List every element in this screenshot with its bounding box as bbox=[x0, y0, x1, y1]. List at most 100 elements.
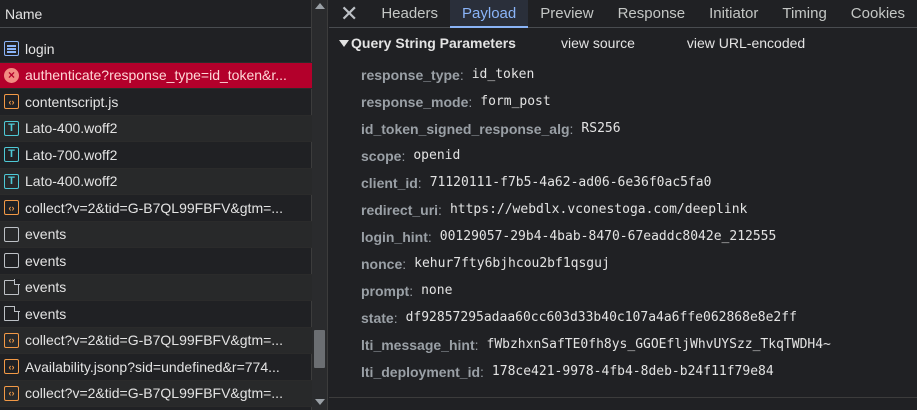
param-value[interactable]: kehur7fty6bjhcou2bf1qsguj bbox=[414, 256, 610, 271]
param-colon: : bbox=[474, 336, 479, 353]
param-value[interactable]: 00129057-29b4-4bab-8470-67eaddc8042e_212… bbox=[440, 229, 777, 244]
param-key: id_token_signed_response_alg bbox=[361, 120, 570, 137]
collapse-triangle-icon[interactable] bbox=[339, 39, 349, 47]
request-row[interactable]: ‹› collect?v=2&tid=G-B7QL99FBFV&gtm=... bbox=[0, 195, 312, 222]
param-value[interactable]: 71120111-f7b5-4a62-ad06-6e36f0ac5fa0 bbox=[430, 175, 712, 190]
script-icon: ‹› bbox=[4, 332, 19, 348]
param-colon: : bbox=[402, 255, 407, 272]
param-row: prompt: none bbox=[361, 277, 917, 304]
request-name: events bbox=[25, 226, 67, 243]
param-colon: : bbox=[409, 282, 414, 299]
request-row[interactable]: × authenticate?response_type=id_token&r..… bbox=[0, 62, 312, 89]
request-rows: login × authenticate?response_type=id_toke… bbox=[0, 36, 312, 407]
document-icon bbox=[4, 41, 19, 57]
close-icon[interactable]: ✕ bbox=[329, 0, 369, 27]
request-name: contentscript.js bbox=[25, 93, 119, 110]
param-value[interactable]: 178ce421-9978-4fb4-8deb-b24f11f79e84 bbox=[492, 364, 774, 379]
param-key: state bbox=[361, 309, 394, 326]
page-icon bbox=[4, 279, 20, 295]
param-value[interactable]: fWbzhxnSafTE0fh8ys_GGOEfljWhvUYSzz_TkqTW… bbox=[487, 337, 831, 352]
request-name: authenticate?response_type=id_token&r... bbox=[25, 67, 287, 84]
request-details-panel: ✕ Headers Payload Preview Response Initiator… bbox=[329, 0, 917, 410]
param-key: response_type bbox=[361, 66, 460, 83]
request-row[interactable]: events bbox=[0, 221, 312, 248]
param-key: lti_message_hint bbox=[361, 336, 475, 353]
param-colon: : bbox=[468, 93, 473, 110]
param-colon: : bbox=[401, 147, 406, 164]
script-icon: ‹› bbox=[4, 200, 19, 216]
param-key: nonce bbox=[361, 255, 403, 272]
request-row[interactable]: events bbox=[0, 274, 312, 301]
param-row: login_hint:00129057-29b4-4bab-8470-67ead… bbox=[361, 223, 917, 250]
error-icon: × bbox=[4, 67, 19, 83]
request-row[interactable]: ‹› contentscript.js bbox=[0, 89, 312, 116]
param-value[interactable]: form_post bbox=[480, 94, 550, 109]
request-row[interactable]: ‹› collect?v=2&tid=G-B7QL99FBFV&gtm=... bbox=[0, 380, 312, 407]
page-icon bbox=[4, 305, 20, 322]
tab-cookies[interactable]: Cookies bbox=[839, 0, 917, 27]
param-value[interactable]: openid bbox=[413, 148, 460, 163]
request-list-panel: Name login × authenticate?response_type=id… bbox=[0, 0, 312, 410]
request-name: Lato-400.woff2 bbox=[25, 173, 118, 190]
request-row[interactable]: ‹› collect?v=2&tid=G-B7QL99FBFV&gtm=... bbox=[0, 327, 312, 354]
request-name: events bbox=[25, 252, 67, 269]
request-list-scrollbar[interactable] bbox=[312, 0, 328, 410]
param-row: state: df92857295adaa60cc603d33b40c107a4a… bbox=[361, 304, 917, 331]
param-colon: : bbox=[459, 66, 464, 83]
param-value[interactable]: id_token bbox=[472, 67, 535, 82]
scroll-thumb[interactable] bbox=[314, 330, 325, 368]
view-url-encoded-link[interactable]: view URL-encoded bbox=[687, 35, 805, 51]
param-value[interactable]: https://webdlx.vconestoga.com/deeplink bbox=[450, 202, 747, 217]
param-key: scope bbox=[361, 147, 402, 164]
param-colon: : bbox=[569, 120, 574, 137]
param-value[interactable]: RS256 bbox=[581, 121, 620, 136]
script-icon: ‹› bbox=[4, 94, 19, 110]
section-title: Query String Parameters bbox=[351, 35, 516, 51]
tab-initiator[interactable]: Initiator bbox=[697, 0, 770, 27]
param-row: scope: openid bbox=[361, 142, 917, 169]
font-icon: T bbox=[4, 120, 19, 136]
font-icon: T bbox=[4, 173, 19, 189]
param-value[interactable]: df92857295adaa60cc603d33b40c107a4a6ffe06… bbox=[406, 310, 797, 325]
param-colon: : bbox=[480, 363, 484, 380]
view-source-link[interactable]: view source bbox=[561, 35, 635, 51]
scroll-up-icon[interactable] bbox=[315, 3, 325, 9]
tab-headers[interactable]: Headers bbox=[369, 0, 450, 27]
params-list: response_type: id_token response_mode: form… bbox=[329, 58, 917, 385]
name-column-header[interactable]: Name bbox=[0, 0, 311, 36]
request-row[interactable]: login bbox=[0, 36, 312, 63]
tab-payload[interactable]: Payload bbox=[450, 0, 529, 28]
request-name: events bbox=[25, 279, 67, 296]
param-row: response_mode: form_post bbox=[361, 88, 917, 115]
param-colon: : bbox=[427, 228, 432, 245]
param-value[interactable]: none bbox=[421, 283, 452, 298]
request-row[interactable]: events bbox=[0, 301, 312, 328]
details-tab-bar: ✕ Headers Payload Preview Response Initiator… bbox=[329, 0, 917, 28]
request-name: login bbox=[25, 40, 55, 57]
checkbox-icon bbox=[4, 226, 19, 242]
tab-response[interactable]: Response bbox=[606, 0, 698, 27]
query-string-section-header[interactable]: Query String Parameters view source view… bbox=[329, 28, 917, 58]
param-key: response_mode bbox=[361, 93, 469, 110]
tab-preview[interactable]: Preview bbox=[528, 0, 605, 27]
request-row[interactable]: T Lato-700.woff2 bbox=[0, 142, 312, 169]
param-row: lti_deployment_id:178ce421-9978-4fb4-8de… bbox=[361, 358, 917, 385]
param-row: lti_message_hint: fWbzhxnSafTE0fh8ys_GGOE… bbox=[361, 331, 917, 358]
request-row[interactable]: T Lato-400.woff2 bbox=[0, 168, 312, 195]
script-icon: ‹› bbox=[4, 359, 19, 375]
param-key: client_id bbox=[361, 174, 418, 191]
script-icon: ‹› bbox=[4, 385, 19, 401]
request-name: Lato-700.woff2 bbox=[25, 146, 118, 163]
tab-timing[interactable]: Timing bbox=[770, 0, 838, 27]
request-name: events bbox=[25, 305, 67, 322]
request-row[interactable]: events bbox=[0, 248, 312, 275]
param-key: prompt bbox=[361, 282, 410, 299]
request-row[interactable]: ‹› Availability.jsonp?sid=undefined&r=774… bbox=[0, 354, 312, 381]
font-icon: T bbox=[4, 147, 19, 163]
checkbox-icon bbox=[4, 253, 19, 269]
param-row: client_id:71120111-f7b5-4a62-ad06-6e36f0… bbox=[361, 169, 917, 196]
request-row[interactable]: T Lato-400.woff2 bbox=[0, 115, 312, 142]
request-name: collect?v=2&tid=G-B7QL99FBFV&gtm=... bbox=[25, 385, 283, 402]
param-key: redirect_uri bbox=[361, 201, 439, 218]
scroll-down-icon[interactable] bbox=[315, 399, 325, 405]
